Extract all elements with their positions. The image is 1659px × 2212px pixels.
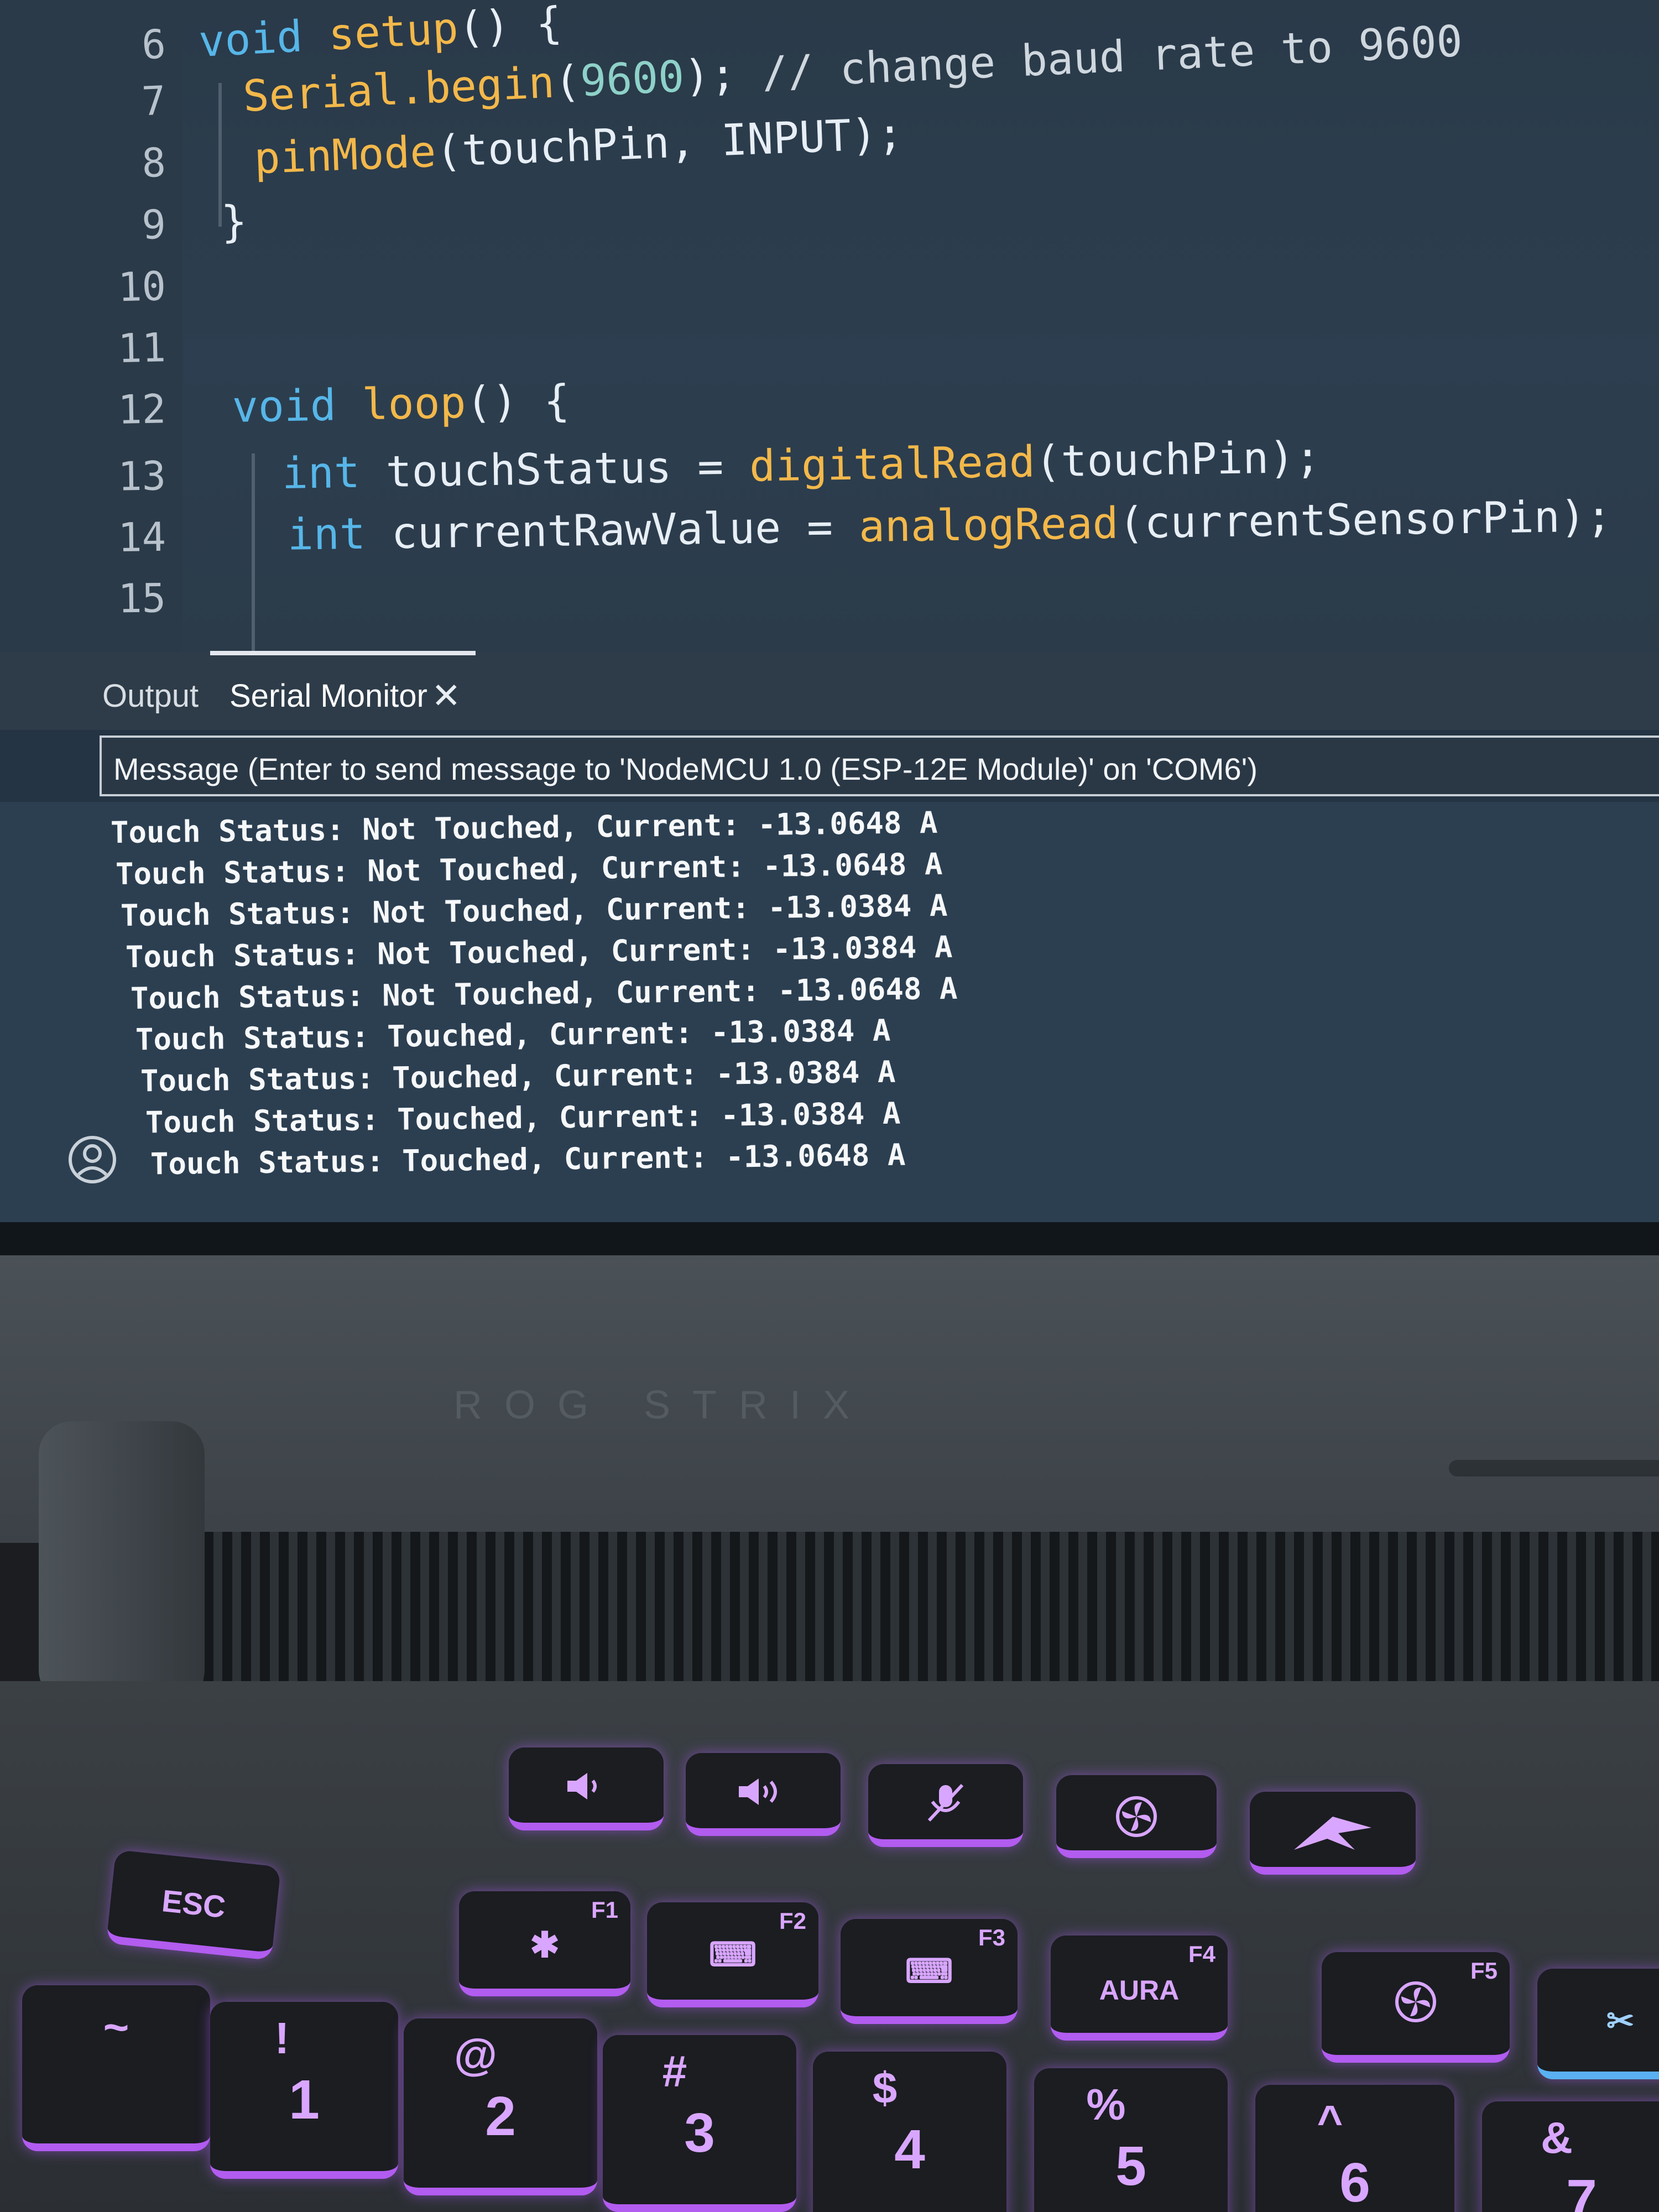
code-token: (touchPin); — [1034, 432, 1321, 487]
code-token: 9600 — [579, 51, 686, 107]
volume-up-icon — [739, 1778, 777, 1805]
line-number: 13 — [117, 452, 166, 500]
line-number: 15 — [117, 575, 166, 622]
code-token: analogRead — [858, 498, 1119, 552]
code-token: int — [287, 509, 392, 560]
serial-message-placeholder: Message (Enter to send message to 'NodeM… — [113, 752, 1258, 786]
volume-up-key[interactable] — [686, 1753, 841, 1836]
key-2[interactable]: @ 2 — [404, 2018, 597, 2195]
code-text: void loop() { — [232, 371, 570, 438]
fan-icon — [1116, 1796, 1157, 1837]
code-token: pinMode — [253, 127, 437, 184]
f2-key[interactable]: F2 ⌨ — [647, 1902, 818, 2007]
code-token: ); — [683, 49, 737, 102]
mic-mute-icon — [927, 1783, 964, 1822]
volume-down-icon — [567, 1773, 597, 1799]
key-7[interactable]: & 7 — [1482, 2101, 1659, 2212]
code-token: () { — [457, 0, 564, 54]
code-token: ( — [553, 56, 582, 108]
code-token: currentRawValue = — [391, 502, 859, 559]
fan-icon — [1395, 1981, 1436, 2022]
code-editor[interactable]: 6 void setup() {7 Serial.begin(9600); // c… — [0, 0, 1659, 653]
line-number: 12 — [117, 385, 166, 433]
snipping-icon: ✂ — [1606, 2002, 1635, 2039]
cooling-vent — [166, 1532, 1659, 1687]
code-token: (currentSensorPin); — [1118, 492, 1613, 549]
tab-output[interactable]: Output — [102, 677, 199, 714]
armoury-crate-key[interactable] — [1250, 1792, 1416, 1875]
line-number: 8 — [140, 139, 167, 187]
laptop-screen: 6 void setup() {7 Serial.begin(9600); // c… — [0, 0, 1659, 1261]
bezel-slot — [1449, 1460, 1659, 1477]
mic-mute-key[interactable] — [868, 1764, 1023, 1847]
f5-key[interactable]: F5 — [1322, 1952, 1510, 2063]
code-token: touchStatus = — [385, 441, 750, 498]
line-number: 10 — [117, 263, 166, 311]
tab-serial-monitor[interactable]: Serial Monitor — [229, 677, 427, 714]
key-6[interactable]: ^ 6 — [1255, 2085, 1454, 2212]
keyboard-backlight-down-icon: ⌨ — [708, 1936, 757, 1973]
screen-hinge — [39, 1421, 205, 1703]
key-5[interactable]: % 5 — [1034, 2068, 1228, 2212]
code-token: } — [220, 196, 248, 248]
code-token: void — [197, 10, 330, 67]
key-1[interactable]: ! 1 — [210, 2002, 398, 2179]
esc-key[interactable]: ESC — [106, 1849, 281, 1961]
line-number: 11 — [117, 324, 166, 372]
volume-down-key[interactable] — [509, 1747, 664, 1830]
f4-aura-key[interactable]: F4 AURA — [1051, 1936, 1228, 2041]
code-token: digitalRead — [749, 437, 1036, 492]
photo: 6 void setup() {7 Serial.begin(9600); // c… — [0, 0, 1659, 2212]
f1-mute-icon: ✱ — [530, 1925, 560, 1965]
code-token: loop — [361, 378, 467, 430]
account-icon[interactable] — [67, 1135, 117, 1185]
keyboard-backlight-up-icon: ⌨ — [905, 1953, 953, 1990]
code-token: void — [232, 380, 363, 432]
f3-key[interactable]: F3 ⌨ — [841, 1919, 1018, 2024]
active-tab-indicator — [210, 651, 476, 655]
line-number: 7 — [140, 77, 167, 125]
code-token: int — [281, 447, 387, 499]
rog-eye-icon — [1294, 1817, 1371, 1850]
brand-logo: ROG STRIX — [453, 1383, 872, 1427]
fan-mode-key[interactable] — [1056, 1775, 1217, 1858]
code-text: } — [220, 191, 248, 253]
code-token: (touchPin, INPUT); — [435, 109, 904, 177]
code-token: setup — [327, 3, 460, 60]
close-icon[interactable]: ✕ — [431, 676, 461, 717]
f6-key[interactable]: ✂ — [1537, 1969, 1659, 2079]
line-number: 6 — [140, 20, 167, 69]
f1-key[interactable]: F1 ✱ — [459, 1891, 630, 1996]
line-number: 9 — [141, 201, 167, 248]
code-token: Serial.begin — [242, 58, 556, 122]
tilde-key[interactable]: ~ — [22, 1985, 210, 2151]
key-4[interactable]: $ 4 — [813, 2052, 1006, 2212]
code-token: () { — [465, 376, 571, 428]
line-number: 14 — [117, 513, 166, 561]
key-3[interactable]: # 3 — [603, 2035, 796, 2212]
